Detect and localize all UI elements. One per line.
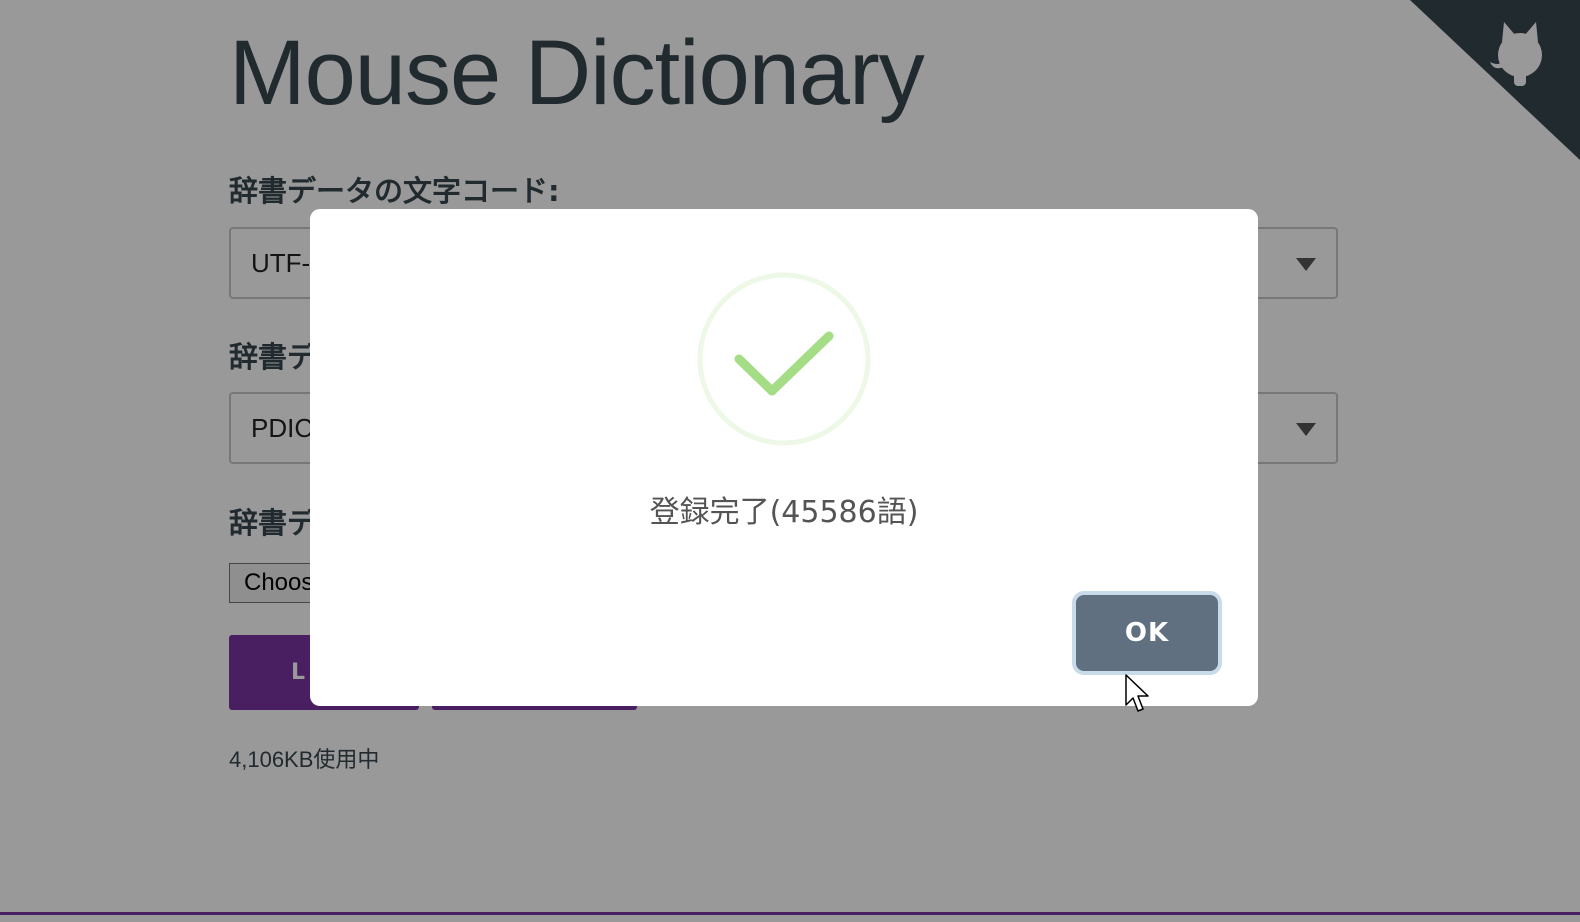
ok-button[interactable]: OK (1076, 595, 1218, 671)
success-dialog: 登録完了(45586語) OK (310, 209, 1258, 706)
success-check-icon (697, 272, 871, 446)
mouse-cursor-icon (1125, 674, 1149, 712)
dialog-message: 登録完了(45586語) (649, 495, 919, 530)
